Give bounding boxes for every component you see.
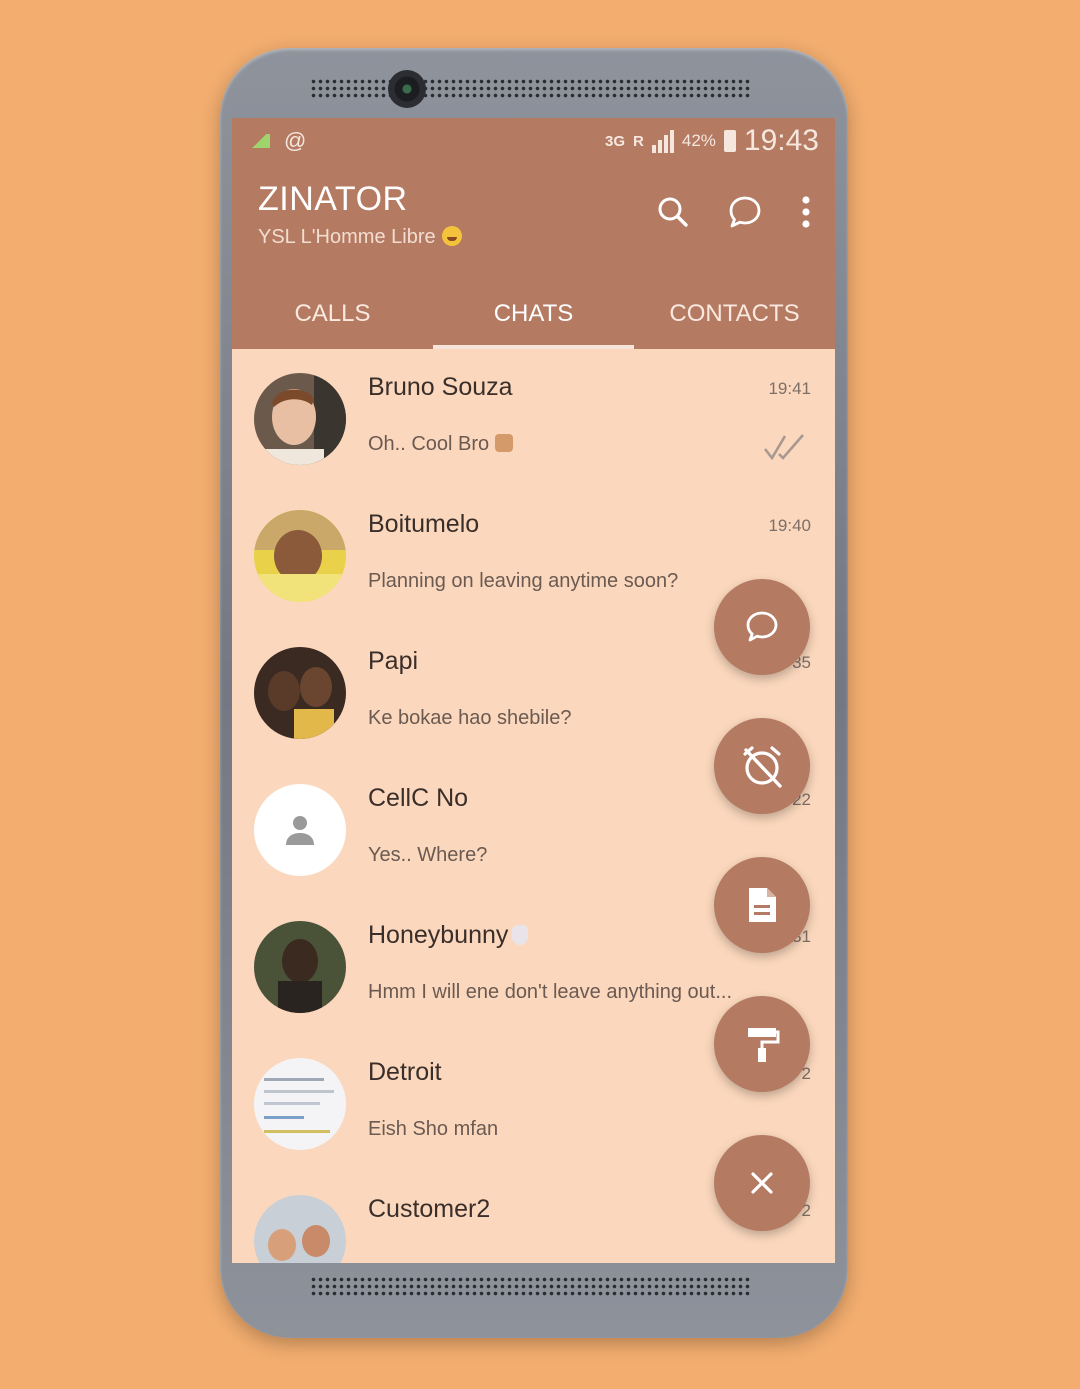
message-preview: Planning on leaving anytime soon? [368,570,679,592]
contact-name: Papi [368,647,419,675]
read-ticks-icon [763,433,805,466]
message-preview: Hmm I will ene don't leave anything out.… [368,981,733,1003]
search-icon[interactable] [657,196,689,228]
battery-icon [723,130,736,152]
app-bar: ZINATOR YSL L'Homme Libre CALLS CHATS CO… [232,166,835,349]
contact-name: Boitumelo [368,510,480,538]
contact-name-text: Honeybunny [368,921,509,949]
contact-name: Detroit [368,1058,442,1086]
message-preview: Oh.. Cool Bro [368,433,514,456]
tab-bar: CALLS CHATS CONTACTS [232,300,835,349]
cell-signal-icon [651,129,674,153]
more-vert-icon[interactable] [801,195,811,229]
clock: 19:43 [743,124,819,157]
heart-eyes-emoji-icon [441,226,462,246]
default-avatar-icon[interactable] [254,784,346,876]
tab-contacts[interactable]: CONTACTS [634,300,835,349]
email-icon: @ [284,128,307,153]
close-icon [751,1172,773,1194]
fab-new-chat-button[interactable] [714,579,810,675]
top-speaker-grille [310,78,750,100]
contact-name: Honeybunny [368,921,529,950]
avatar[interactable] [254,921,346,1013]
bottom-speaker-grille [310,1276,750,1298]
app-title: ZINATOR [258,180,408,218]
fab-close-button[interactable] [714,1135,810,1231]
network-type: 3G [605,132,626,150]
bunny-emoji-icon [512,925,529,945]
new-chat-icon[interactable] [727,194,763,230]
message-preview: Eish Sho mfan [368,1118,499,1140]
avatar[interactable] [254,373,346,465]
tab-chats[interactable]: CHATS [433,300,634,349]
contact-name: Bruno Souza [368,373,513,401]
front-camera [388,70,426,108]
document-icon [749,888,776,922]
status-bar: @ 3G R 42% 19:43 [232,118,835,166]
contact-name: Customer2 [368,1195,491,1223]
fab-alarm-off-button[interactable] [714,718,810,814]
avatar[interactable] [254,510,346,602]
phone-screen: @ 3G R 42% 19:43 ZINATOR YSL L'Homme Lib… [232,118,835,1263]
thumbs-up-emoji-icon [495,434,514,452]
signal-indicator-icon [248,134,270,148]
fab-theme-button[interactable] [714,996,810,1092]
battery-percent: 42% [681,131,716,150]
chat-bubble-icon [746,611,778,642]
tab-calls[interactable]: CALLS [232,300,433,349]
roaming-indicator: R [633,132,644,150]
message-preview: Yes.. Where? [368,844,488,866]
app-subtitle: YSL L'Homme Libre [258,226,462,249]
app-subtitle-text: YSL L'Homme Libre [258,226,436,248]
fab-document-button[interactable] [714,857,810,953]
chat-row-bruno-souza[interactable]: Bruno Souza 19:41 Oh.. Cool Bro [232,349,835,486]
contact-name: CellC No [368,784,469,812]
paint-roller-icon [748,1028,780,1062]
message-preview: Ke bokae hao shebile? [368,707,572,729]
message-time: 19:41 [768,379,811,398]
avatar[interactable] [254,647,346,739]
avatar[interactable] [254,1058,346,1150]
avatar[interactable] [254,1195,346,1263]
message-time: 19:40 [768,516,811,535]
message-preview-text: Oh.. Cool Bro [368,433,490,455]
alarm-off-icon [743,746,782,788]
